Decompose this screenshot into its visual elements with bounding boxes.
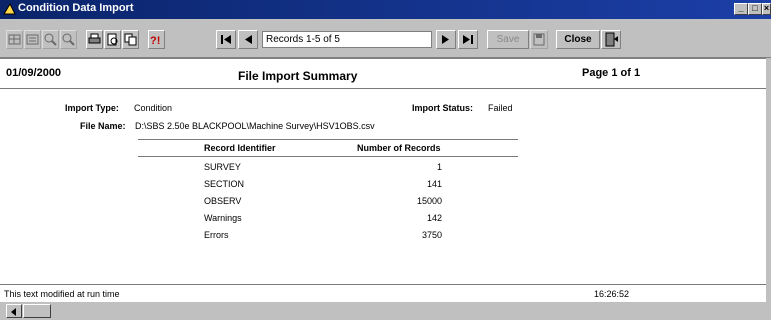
form-view-button[interactable] [24,30,41,49]
zoom-in-button[interactable] [42,30,59,49]
close-button[interactable]: Close [556,30,600,49]
save-button[interactable]: Save [487,30,529,49]
column-header-record-identifier: Record Identifier [204,143,276,153]
scroll-thumb[interactable] [23,304,51,318]
print-preview-button[interactable] [104,30,121,49]
minimize-button[interactable]: _ [734,3,748,15]
copy-button[interactable] [122,30,139,49]
zoom-out-icon [62,33,75,46]
arrow-left-icon [11,308,16,316]
record-identifier: Warnings [204,213,242,223]
page-number: Page 1 of 1 [582,67,641,79]
import-status-value: Failed [488,103,513,113]
record-identifier: SURVEY [204,162,241,172]
footer-time: 16:26:52 [594,289,630,299]
window-title: Condition Data Import [18,2,134,14]
footer-divider [0,284,766,285]
first-record-button[interactable] [216,30,236,49]
maximize-button[interactable]: □ [748,3,762,15]
toolbar: ?! Records 1-5 of 5 Save Close [0,19,771,58]
title-bar: Condition Data Import _ □ × [0,0,771,19]
footer-text: This text modified at run time [4,289,120,299]
next-record-button[interactable] [436,30,456,49]
table-header-rule [138,156,518,157]
scroll-left-button[interactable] [6,304,22,318]
table-top-rule [138,139,518,140]
print-button[interactable] [86,30,103,49]
close-window-button[interactable]: × [762,3,771,15]
print-icon [88,33,101,44]
file-name-value: D:\SBS 2.50e BLACKPOOL\Machine Survey\HS… [135,121,375,131]
record-identifier: OBSERV [204,196,242,206]
help-button[interactable]: ?! [148,30,165,49]
previous-record-icon [245,35,252,44]
import-status-label: Import Status: [412,103,474,113]
grid-icon [8,34,21,45]
close-door-icon [605,32,618,47]
save-icon-button[interactable] [530,30,548,49]
close-label: Close [564,34,592,45]
app-icon [3,3,16,15]
record-navigator[interactable]: Records 1-5 of 5 [262,31,432,48]
application-window: Condition Data Import _ □ × ?! Records 1… [0,0,771,320]
first-record-icon [221,35,231,44]
record-count: 142 [426,213,442,223]
import-type-label: Import Type: [65,103,119,113]
record-identifier: SECTION [204,179,245,189]
last-record-button[interactable] [458,30,478,49]
record-count: 15000 [416,196,442,206]
datasheet-view-button[interactable] [6,30,23,49]
record-count: 141 [426,179,442,189]
next-record-icon [442,35,449,44]
svg-text:?!: ?! [150,35,160,47]
copy-icon [124,33,137,46]
form-icon [26,34,39,45]
horizontal-scrollbar[interactable] [0,302,771,320]
import-type-value: Condition [134,103,173,113]
zoom-in-icon [44,33,57,46]
last-record-icon [463,35,473,44]
report-title: File Import Summary [238,69,358,83]
zoom-out-button[interactable] [60,30,77,49]
save-label: Save [496,34,520,45]
header-divider [0,88,766,89]
print-preview-icon [107,33,118,46]
record-count-text: Records 1-5 of 5 [266,34,340,45]
record-count: 3750 [421,230,442,240]
record-count: 1 [436,162,442,172]
help-icon: ?! [150,35,160,47]
column-header-number-of-records: Number of Records [357,143,441,153]
close-door-button[interactable] [601,30,621,49]
previous-record-button[interactable] [238,30,258,49]
save-icon [533,33,545,46]
record-identifier: Errors [204,230,229,240]
file-name-label: File Name: [80,121,126,131]
report-page: 01/09/2000 File Import Summary Page 1 of… [0,58,766,303]
report-date: 01/09/2000 [6,67,62,79]
